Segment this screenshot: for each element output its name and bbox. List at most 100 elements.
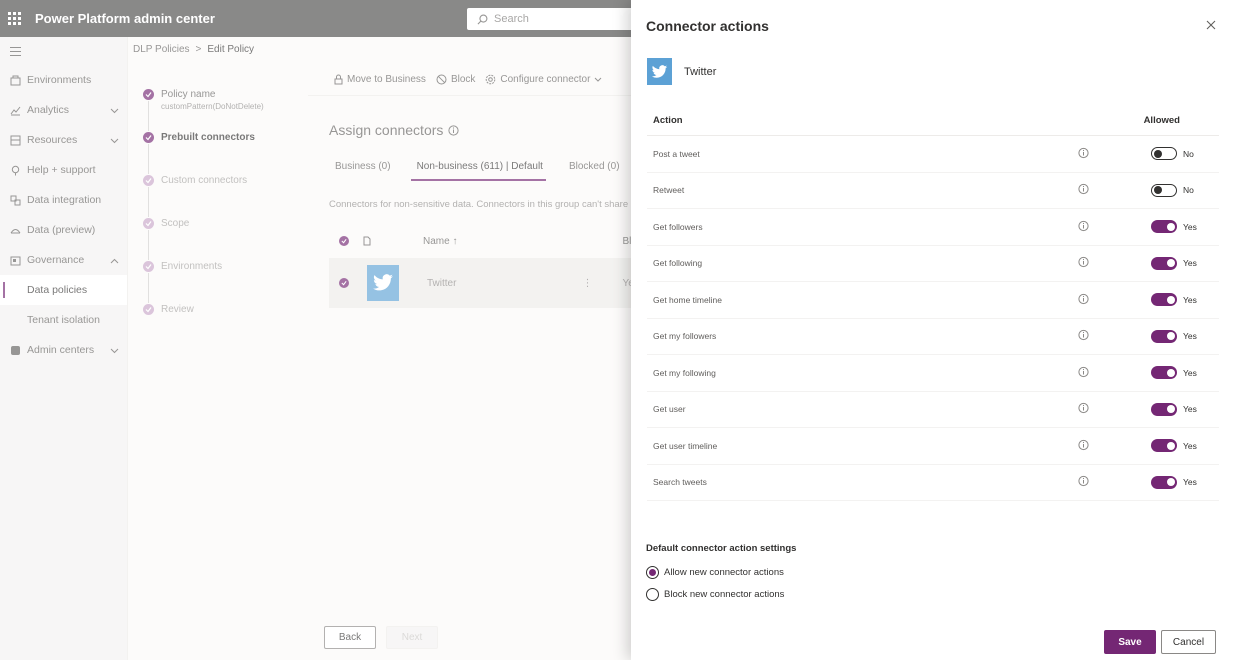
allowed-toggle-group: Yes <box>1151 293 1197 307</box>
tab-business[interactable]: Business (0) <box>329 157 391 181</box>
connector-grid-header: Name ↑ Blo <box>329 228 639 254</box>
app-launcher-button[interactable] <box>0 0 28 37</box>
allowed-toggle-label: Yes <box>1183 477 1197 488</box>
nav-item-label: Help + support <box>27 164 96 176</box>
nav-item-environments[interactable]: Environments <box>0 65 127 95</box>
nav-item-label: Tenant isolation <box>27 314 100 326</box>
row-more-icon[interactable]: ⋮ <box>582 278 592 289</box>
step-review[interactable]: Review <box>143 303 313 346</box>
configure-connector-button[interactable]: Configure connector <box>485 74 602 85</box>
allowed-toggle[interactable] <box>1151 183 1177 197</box>
tab-blocked[interactable]: Blocked (0) <box>563 157 620 181</box>
allowed-toggle-label: Yes <box>1183 294 1197 305</box>
breadcrumb-current: Edit Policy <box>207 44 255 55</box>
move-to-business-button[interactable]: Move to Business <box>334 74 426 85</box>
connector-actions-panel: Connector actions Twitter Action Allowed… <box>631 0 1234 660</box>
nav-item-data-policies[interactable]: Data policies <box>0 275 127 305</box>
nav-item-resources[interactable]: Resources <box>0 125 127 155</box>
step-subtitle: customPattern(DoNotDelete) <box>161 102 264 111</box>
nav-item-label: Admin centers <box>27 344 95 356</box>
gear-icon <box>486 74 496 85</box>
block-new-actions-option[interactable]: Block new connector actions <box>646 588 796 601</box>
close-button[interactable] <box>1206 19 1220 33</box>
column-header-name[interactable]: Name ↑ <box>423 236 457 247</box>
info-icon[interactable] <box>1078 403 1089 416</box>
nav-item-data-integration[interactable]: Data integration <box>0 185 127 215</box>
wizard-steps: Policy name customPattern(DoNotDelete) P… <box>143 88 313 346</box>
back-button[interactable]: Back <box>324 626 376 649</box>
left-nav: Environments Analytics Resources Help + … <box>0 37 128 660</box>
select-all-checkbox[interactable] <box>339 236 349 246</box>
info-icon[interactable] <box>1078 476 1089 489</box>
breadcrumb-link-dlp-policies[interactable]: DLP Policies <box>133 44 190 55</box>
table-row[interactable]: Twitter ⋮ Yes <box>329 258 639 308</box>
save-button[interactable]: Save <box>1104 630 1156 654</box>
info-icon[interactable] <box>1078 220 1089 233</box>
nav-item-data-preview[interactable]: Data (preview) <box>0 215 127 245</box>
step-complete-icon <box>143 304 154 315</box>
nav-item-governance[interactable]: Governance <box>0 245 127 275</box>
info-icon[interactable] <box>1078 293 1089 306</box>
row-checkbox[interactable] <box>339 278 349 288</box>
allowed-toggle[interactable] <box>1151 329 1177 343</box>
step-connector-line <box>148 187 149 217</box>
allow-new-actions-option[interactable]: Allow new connector actions <box>646 566 796 579</box>
connector-name: Twitter <box>427 277 457 289</box>
column-header-action: Action <box>653 115 683 126</box>
nav-item-label: Environments <box>27 74 92 86</box>
nav-item-tenant-isolation[interactable]: Tenant isolation <box>0 305 127 335</box>
allowed-toggle[interactable] <box>1151 439 1177 453</box>
twitter-logo-icon <box>647 58 672 85</box>
allowed-toggle[interactable] <box>1151 220 1177 234</box>
info-icon[interactable] <box>448 124 460 136</box>
allowed-toggle[interactable] <box>1151 256 1177 270</box>
step-custom-connectors[interactable]: Custom connectors <box>143 174 313 217</box>
toggle-knob <box>1167 259 1175 268</box>
info-icon[interactable] <box>1078 184 1089 197</box>
assign-connectors-title: Assign connectors <box>329 122 444 138</box>
step-policy-name[interactable]: Policy name customPattern(DoNotDelete) <box>143 88 313 131</box>
nav-item-label: Resources <box>27 134 78 146</box>
chevron-up-icon <box>110 255 119 267</box>
lock-icon <box>334 74 343 85</box>
step-environments[interactable]: Environments <box>143 260 313 303</box>
step-scope[interactable]: Scope <box>143 217 313 260</box>
block-button[interactable]: Block <box>436 74 475 85</box>
action-name: Get my following <box>653 367 716 378</box>
allowed-toggle[interactable] <box>1151 147 1177 161</box>
toggle-knob <box>1167 222 1175 231</box>
nav-item-admin-centers[interactable]: Admin centers <box>0 335 127 365</box>
panel-title: Connector actions <box>646 18 769 34</box>
nav-toggle-button[interactable] <box>0 37 127 65</box>
command-bar: Move to Business Block Configure connect… <box>308 64 638 96</box>
nav-item-analytics[interactable]: Analytics <box>0 95 127 125</box>
info-icon[interactable] <box>1078 330 1089 343</box>
info-icon[interactable] <box>1078 366 1089 379</box>
step-title: Prebuilt connectors <box>161 132 255 143</box>
info-icon[interactable] <box>1078 257 1089 270</box>
info-icon[interactable] <box>1078 439 1089 452</box>
search-input[interactable]: Search <box>467 8 637 30</box>
cancel-button[interactable]: Cancel <box>1161 630 1216 654</box>
breadcrumb-separator: > <box>195 44 202 55</box>
allowed-toggle[interactable] <box>1151 366 1177 380</box>
allowed-toggle[interactable] <box>1151 475 1177 489</box>
info-icon[interactable] <box>1078 147 1089 160</box>
step-title: Review <box>161 304 194 315</box>
nav-item-label: Data policies <box>27 284 88 296</box>
environments-icon <box>9 74 21 86</box>
radio-button[interactable] <box>646 588 659 601</box>
allowed-toggle-group: Yes <box>1151 366 1197 380</box>
allowed-toggle-label: Yes <box>1183 221 1197 232</box>
radio-button-selected[interactable] <box>646 566 659 579</box>
hamburger-icon <box>10 46 21 56</box>
allowed-toggle[interactable] <box>1151 293 1177 307</box>
action-name: Get user <box>653 404 686 415</box>
allowed-toggle-label: Yes <box>1183 440 1197 451</box>
twitter-logo-icon <box>367 265 399 301</box>
step-prebuilt-connectors[interactable]: Prebuilt connectors <box>143 131 313 174</box>
nav-item-help[interactable]: Help + support <box>0 155 127 185</box>
tab-non-business[interactable]: Non-business (611) | Default <box>410 157 547 181</box>
allowed-toggle[interactable] <box>1151 402 1177 416</box>
next-button[interactable]: Next <box>386 626 438 649</box>
